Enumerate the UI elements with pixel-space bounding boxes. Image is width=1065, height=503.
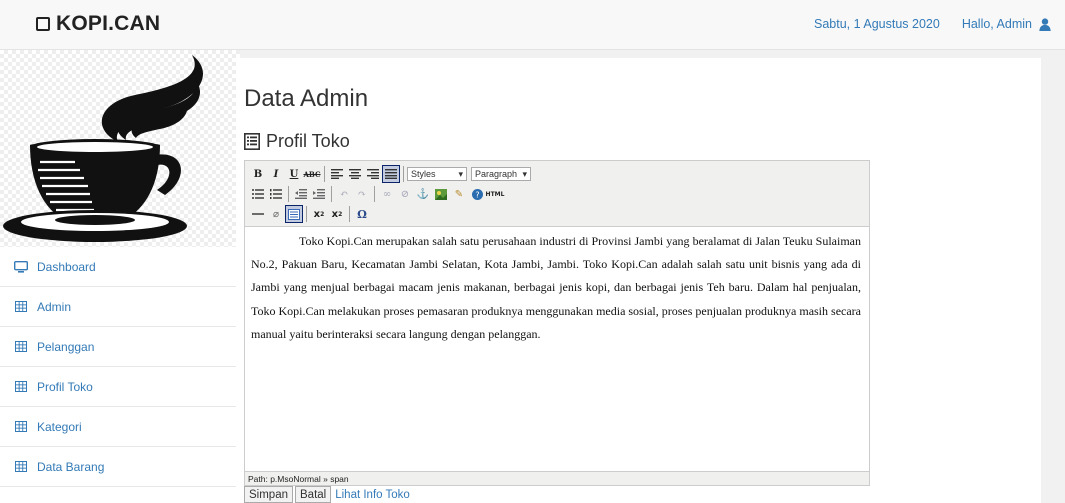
sidebar-item-label: Data Barang [37,459,105,474]
outdent-icon[interactable] [292,185,310,203]
horizontal-rule-icon[interactable] [249,205,267,223]
main-panel: Data Admin Profil Toko B I U ABC Styles ▾… [236,58,1041,503]
cleanup-icon[interactable]: ✎ [450,185,468,203]
subscript-icon[interactable]: x2 [310,205,328,223]
section-title-label: Profil Toko [266,131,350,151]
toolbar-row-2: ↶ ↷ ∞ ⊘ ⚓ ✎ ? HTML [249,184,865,204]
bullet-list-icon[interactable] [249,185,267,203]
undo-icon[interactable]: ↶ [335,185,353,203]
sidebar-item-label: Pelanggan [37,339,95,354]
section-title: Profil Toko [244,131,350,152]
sidebar-menu: Dashboard Admin Pelanggan Profil Toko Ka… [0,247,240,487]
cancel-button[interactable]: Batal [295,486,332,503]
remove-format-icon[interactable]: ⌀ [267,205,285,223]
current-date: Sabtu, 1 Agustus 2020 [814,17,940,31]
editor-path-bar: Path: p.MsoNormal » span [245,471,869,485]
sidebar-item-dashboard[interactable]: Dashboard [0,247,240,287]
format-select[interactable]: Paragraph ▾ [471,167,531,181]
sidebar-item-label: Dashboard [37,259,96,274]
help-icon[interactable]: ? [468,185,486,203]
top-navbar: KOPI.CAN Sabtu, 1 Agustus 2020 Hallo, Ad… [0,0,1065,50]
align-center-icon[interactable] [346,165,364,183]
table-icon [14,301,28,312]
user-greeting[interactable]: Hallo, Admin [962,17,1032,31]
image-icon[interactable] [432,185,450,203]
unlink-icon[interactable]: ⊘ [396,185,414,203]
redo-icon[interactable]: ↷ [353,185,371,203]
view-store-info-link[interactable]: Lihat Info Toko [335,489,410,501]
anchor-icon[interactable]: ⚓ [414,185,432,203]
bold-icon[interactable]: B [249,165,267,183]
svg-text:?: ? [475,190,479,199]
table-icon [14,341,28,352]
save-button[interactable]: Simpan [244,486,293,503]
sidebar-item-data-barang[interactable]: Data Barang [0,447,240,487]
editor-content[interactable]: Toko Kopi.Can merupakan salah satu perus… [251,230,861,346]
toolbar-separator [349,206,350,222]
editor-toolbar: B I U ABC Styles ▾ Paragraph ▾ ↶ ↷ ∞ ⊘ ⚓… [245,161,869,227]
align-right-icon[interactable] [364,165,382,183]
navbar-right: Sabtu, 1 Agustus 2020 Hallo, Admin [814,17,1051,31]
table-icon [14,461,28,472]
brand-label: KOPI.CAN [56,12,161,35]
toolbar-row-1: B I U ABC Styles ▾ Paragraph ▾ [249,164,865,184]
list-alt-icon [244,133,260,150]
align-justify-icon[interactable] [382,165,400,183]
link-icon[interactable]: ∞ [378,185,396,203]
toolbar-separator [288,186,289,202]
underline-icon[interactable]: U [285,165,303,183]
toolbar-separator [331,186,332,202]
toolbar-row-3: ⌀ x2 x2 Ω [249,204,865,224]
form-actions: Simpan Batal Lihat Info Toko [244,486,410,503]
toolbar-separator [374,186,375,202]
styles-select[interactable]: Styles ▾ [407,167,467,181]
sidebar-item-profil-toko[interactable]: Profil Toko [0,367,240,407]
sidebar-item-label: Profil Toko [37,379,93,394]
toolbar-separator [324,166,325,182]
coffee-cup-icon [3,55,204,242]
numbered-list-icon[interactable] [267,185,285,203]
coffee-cup-logo [0,50,240,247]
table-icon [14,381,28,392]
rich-text-editor: B I U ABC Styles ▾ Paragraph ▾ ↶ ↷ ∞ ⊘ ⚓… [244,160,870,486]
sidebar-item-label: Kategori [37,419,82,434]
square-icon [36,17,50,31]
align-left-icon[interactable] [328,165,346,183]
html-source-icon[interactable]: HTML [486,185,505,203]
sidebar-item-admin[interactable]: Admin [0,287,240,327]
monitor-icon [14,260,28,273]
visual-aid-icon[interactable] [285,205,303,223]
table-icon [14,421,28,432]
strikethrough-icon[interactable]: ABC [303,165,321,183]
page-title: Data Admin [244,85,369,112]
brand[interactable]: KOPI.CAN [36,12,160,36]
sidebar-item-pelanggan[interactable]: Pelanggan [0,327,240,367]
superscript-icon[interactable]: x2 [328,205,346,223]
sidebar-item-kategori[interactable]: Kategori [0,407,240,447]
toolbar-separator [306,206,307,222]
special-char-icon[interactable]: Ω [353,205,371,223]
indent-icon[interactable] [310,185,328,203]
chevron-down-icon: ▾ [522,168,527,179]
user-icon[interactable] [1039,17,1051,31]
sidebar-item-label: Admin [37,299,72,314]
italic-icon[interactable]: I [267,165,285,183]
toolbar-separator [403,166,404,182]
sidebar: Dashboard Admin Pelanggan Profil Toko Ka… [0,50,240,503]
chevron-down-icon: ▾ [458,168,463,179]
